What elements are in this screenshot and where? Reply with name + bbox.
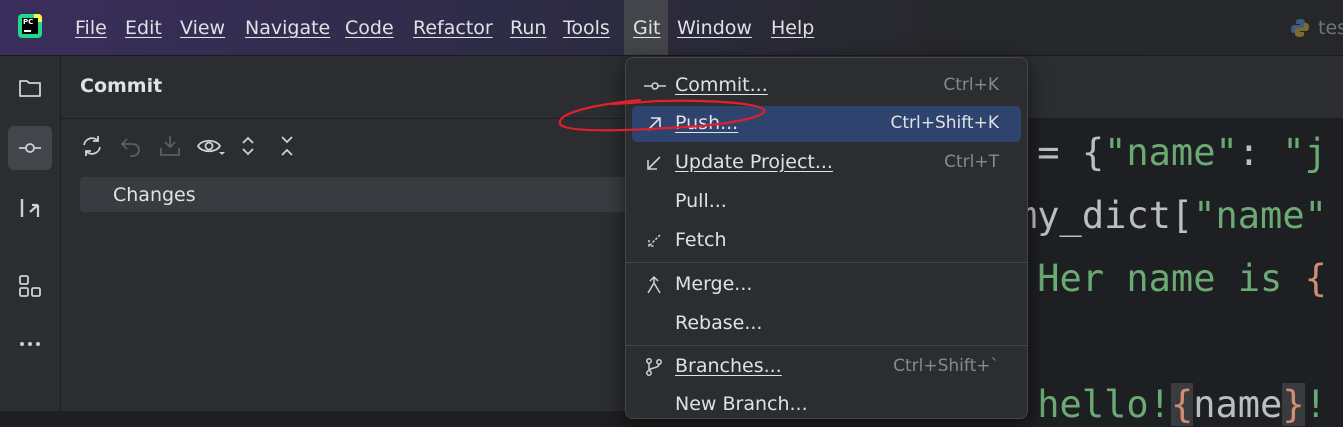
update-arrow-icon (644, 153, 664, 173)
code-token: name (1193, 383, 1283, 426)
git-menu-item-new-branch[interactable]: New Branch... (632, 387, 1021, 418)
structure-tool-button[interactable] (8, 264, 52, 308)
menu-refactor[interactable]: Refactor (413, 14, 493, 42)
commit-panel: Commit Changes (61, 56, 625, 411)
commit-panel-title: Commit (80, 75, 163, 97)
menu-git[interactable]: Git (633, 14, 660, 42)
git-menu-item-label: Pull... (675, 190, 727, 212)
menu-edit[interactable]: Edit (125, 14, 162, 42)
fetch-icon (644, 231, 664, 251)
more-tools-button[interactable] (8, 322, 52, 366)
git-menu-item-commit[interactable]: Commit... Ctrl+K (632, 68, 1021, 104)
git-menu-item-label: Update Project... (675, 151, 833, 173)
menu-help[interactable]: Help (771, 14, 814, 42)
menu-navigate[interactable]: Navigate (245, 14, 330, 42)
code-token: 'Her name is (1015, 257, 1305, 300)
git-menu-item-shortcut: Ctrl+T (944, 152, 999, 172)
commit-tool-button[interactable] (8, 126, 52, 170)
menu-separator (626, 345, 1027, 346)
eye-icon[interactable] (197, 134, 225, 158)
code-token: : (1237, 131, 1283, 174)
code-token: } (1282, 383, 1305, 426)
code-line: 'Her name is { (1015, 257, 1327, 301)
code-token: "name" (1193, 194, 1327, 237)
menu-separator (626, 262, 1027, 263)
expand-all-icon[interactable] (236, 134, 260, 158)
pycharm-logo-icon[interactable]: PC (18, 14, 42, 38)
git-menu-item-label: Rebase... (675, 312, 763, 334)
pull-requests-icon (20, 199, 40, 217)
code-token: ! (1304, 383, 1327, 426)
tool-window-strip (0, 56, 61, 411)
git-menu-item-update-project[interactable]: Update Project... Ctrl+T (632, 145, 1021, 181)
main-menubar: PC File Edit View Navigate Code Refactor… (0, 0, 1343, 56)
refresh-icon[interactable] (80, 134, 104, 158)
git-menu-item-label: New Branch... (675, 393, 808, 415)
git-menu-item-label: Push... (675, 112, 739, 134)
code-token: my_dict[ (1015, 194, 1194, 237)
code-line: my_dict["name" (1015, 194, 1327, 238)
git-menu-item-shortcut: Ctrl+Shift+` (893, 356, 999, 376)
code-token: "name" (1104, 131, 1238, 174)
project-tool-button[interactable] (8, 66, 52, 110)
git-menu-item-rebase[interactable]: Rebase... (632, 306, 1021, 342)
git-menu-item-pull[interactable]: Pull... (632, 184, 1021, 220)
menu-window[interactable]: Window (677, 14, 752, 42)
pull-requests-tool-button[interactable] (8, 186, 52, 230)
merge-icon (644, 275, 664, 295)
shelve-icon[interactable] (158, 134, 182, 158)
python-icon (1291, 19, 1309, 37)
git-menu-item-shortcut: Ctrl+Shift+K (890, 113, 999, 133)
git-menu-item-label: Commit... (675, 74, 768, 96)
project-name[interactable]: tes (1318, 14, 1343, 42)
code-token: = { (1015, 131, 1105, 174)
code-token: 'hello! (1015, 383, 1171, 426)
git-menu-item-label: Merge... (675, 273, 753, 295)
code-token: { (1304, 257, 1327, 300)
changes-label: Changes (113, 184, 196, 206)
changes-group-row[interactable]: Changes (80, 177, 625, 212)
git-menu-item-branches[interactable]: Branches... Ctrl+Shift+` (632, 349, 1021, 385)
git-menu-item-fetch[interactable]: Fetch (632, 223, 1021, 259)
git-menu-item-push[interactable]: Push... Ctrl+Shift+K (632, 106, 1021, 142)
branch-icon (644, 357, 664, 377)
structure-icon (19, 275, 41, 297)
code-token: { (1170, 383, 1194, 426)
collapse-all-icon[interactable] (275, 134, 299, 158)
rollback-icon[interactable] (119, 134, 143, 158)
git-menu-popup: Commit... Ctrl+K Push... Ctrl+Shift+K Update… (625, 57, 1028, 419)
git-menu-item-shortcut: Ctrl+K (943, 75, 999, 95)
code-line: = {"name": "j (1015, 131, 1327, 175)
git-menu-item-label: Branches... (675, 355, 782, 377)
code-line: 'hello!{name}! (1015, 383, 1327, 427)
more-icon (20, 342, 40, 346)
push-arrow-icon (644, 114, 664, 134)
menu-view[interactable]: View (180, 14, 225, 42)
menu-code[interactable]: Code (345, 14, 394, 42)
git-menu-item-label: Fetch (675, 229, 727, 251)
menu-tools[interactable]: Tools (563, 14, 610, 42)
menu-file[interactable]: File (75, 14, 107, 42)
commit-icon (644, 76, 666, 96)
code-token: "j (1282, 131, 1327, 174)
git-menu-item-merge[interactable]: Merge... (632, 267, 1021, 303)
panel-divider (61, 118, 625, 119)
menu-run[interactable]: Run (510, 14, 546, 42)
folder-icon (19, 80, 41, 97)
commit-icon (19, 143, 41, 153)
